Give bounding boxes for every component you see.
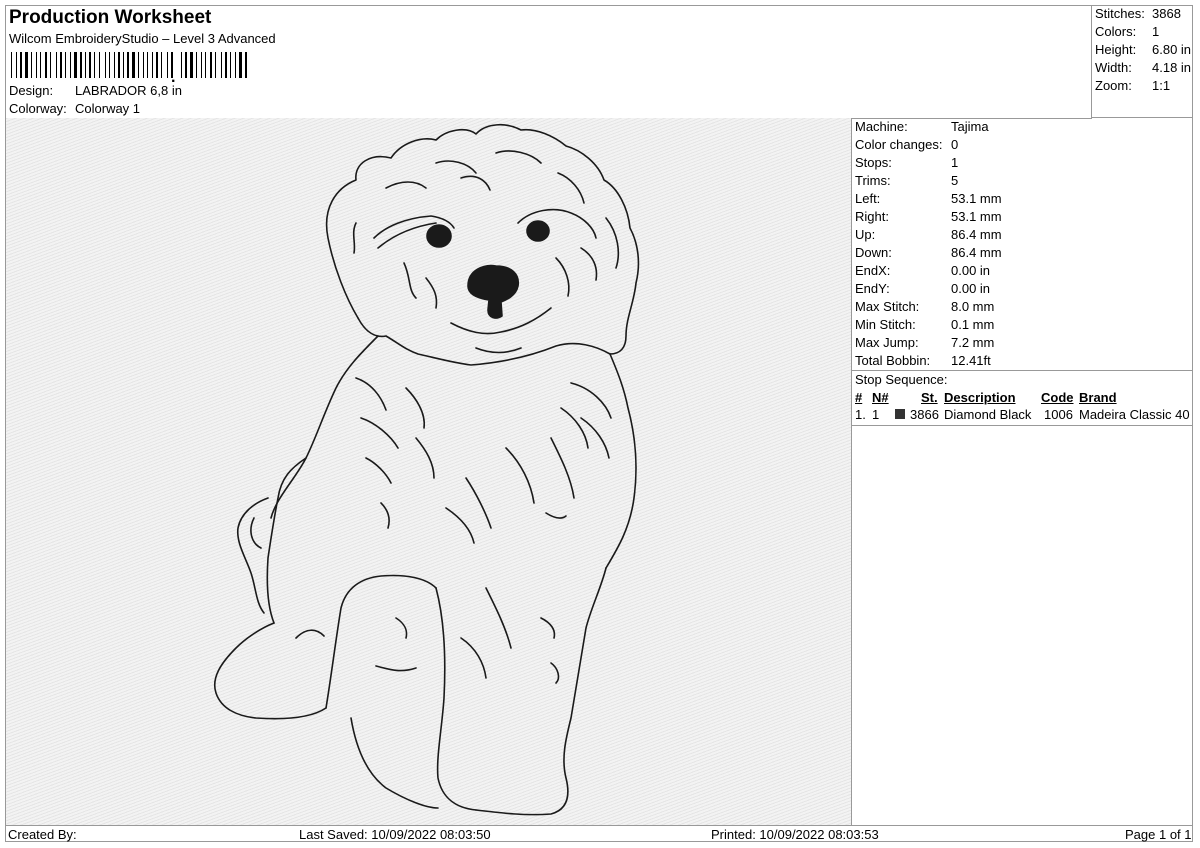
info-stops: Stops: 1 <box>855 155 959 170</box>
info-down: Down: 86.4 mm <box>855 245 1002 260</box>
col-st: St. <box>921 390 938 405</box>
design-value: LABRADOR 6,8 in <box>75 83 182 98</box>
stat-colors: Colors: 1 <box>1095 24 1160 39</box>
barcode-icon: , <box>11 52 247 82</box>
design-preview <box>6 118 852 825</box>
info-machine: Machine: Tajima <box>855 119 989 134</box>
created-by: Created By: <box>8 827 77 842</box>
stop-sequence-header: # N# St. Description Code Brand <box>852 389 1193 406</box>
info-endy: EndY: 0.00 in <box>855 281 991 296</box>
info-color-changes: Color changes: 0 <box>855 137 959 152</box>
software-subtitle: Wilcom EmbroideryStudio – Level 3 Advanc… <box>9 31 276 46</box>
stat-stitches: Stitches: 3868 <box>1095 6 1181 21</box>
puppy-outline-image <box>214 124 640 816</box>
col-code: Code <box>1041 390 1074 405</box>
design-row: Design: LABRADOR 6,8 in <box>9 83 182 98</box>
col-description: Description <box>944 390 1016 405</box>
stat-height: Height: 6.80 in <box>1095 42 1192 57</box>
printed-date: Printed: 10/09/2022 08:03:53 <box>711 827 879 842</box>
col-hash: # <box>855 390 863 405</box>
stop-sequence-row: 1. 1 3866 Diamond Black 1006 Madeira Cla… <box>855 407 1190 422</box>
stat-width: Width: 4.18 in <box>1095 60 1192 75</box>
page-number: Page 1 of 1 <box>1125 827 1192 842</box>
last-saved: Last Saved: 10/09/2022 08:03:50 <box>299 827 491 842</box>
col-n: N# <box>872 390 889 405</box>
design-label: Design: <box>9 83 54 98</box>
svg-text:,: , <box>171 69 175 82</box>
stop-sequence-divider <box>852 423 1193 426</box>
stat-zoom: Zoom: 1:1 <box>1095 78 1171 93</box>
info-total-bobbin: Total Bobbin: 12.41ft <box>855 353 991 368</box>
info-endx: EndX: 0.00 in <box>855 263 991 278</box>
colorway-label: Colorway: <box>9 101 67 116</box>
info-up: Up: 86.4 mm <box>855 227 1002 242</box>
info-right: Right: 53.1 mm <box>855 209 1002 224</box>
worksheet-footer: Created By: Last Saved: 10/09/2022 08:03… <box>5 825 1193 843</box>
colorway-row: Colorway: Colorway 1 <box>9 101 140 116</box>
col-brand: Brand <box>1079 390 1117 405</box>
colorway-value: Colorway 1 <box>75 101 141 116</box>
color-swatch <box>895 409 905 419</box>
page-title: Production Worksheet <box>9 7 212 28</box>
stop-sequence-title: Stop Sequence: <box>852 370 1193 389</box>
info-trims: Trims: 5 <box>855 173 959 188</box>
info-max-jump: Max Jump: 7.2 mm <box>855 335 995 350</box>
machine-info-panel: Machine: Tajima Color changes: 0 Stops: 1 T… <box>852 118 1193 426</box>
stats-panel: Stitches: 3868 Colors: 1 Height: 6.80 in Wi… <box>1091 5 1193 118</box>
info-min-stitch: Min Stitch: 0.1 mm <box>855 317 995 332</box>
worksheet-header: Production Worksheet Wilcom EmbroiderySt… <box>5 5 1092 119</box>
info-left: Left: 53.1 mm <box>855 191 1002 206</box>
info-max-stitch: Max Stitch: 8.0 mm <box>855 299 995 314</box>
